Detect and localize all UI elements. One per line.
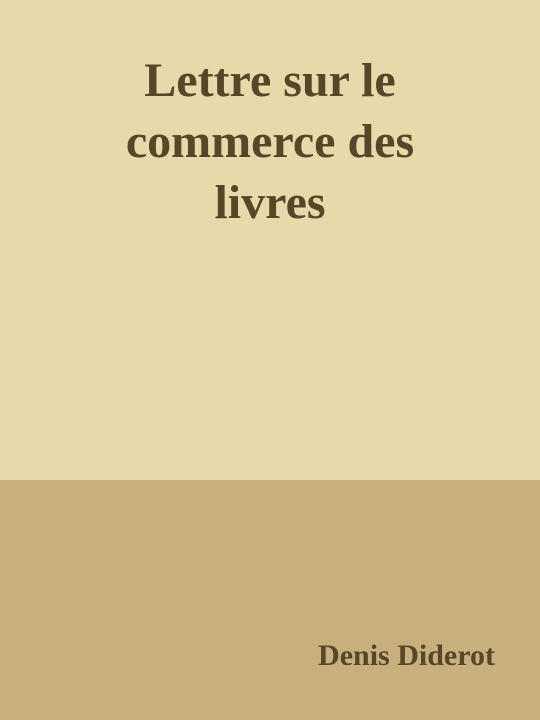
book-title-line-2: commerce des [125,115,415,168]
book-title: Lettre sur le commerce des livres [40,50,500,233]
book-title-line-3: livres [214,176,326,229]
cover-bottom-panel [0,480,540,720]
book-title-line-1: Lettre sur le [144,54,396,107]
book-cover: Lettre sur le commerce des livres Denis … [0,0,540,720]
book-author: Denis Diderot [318,639,495,672]
